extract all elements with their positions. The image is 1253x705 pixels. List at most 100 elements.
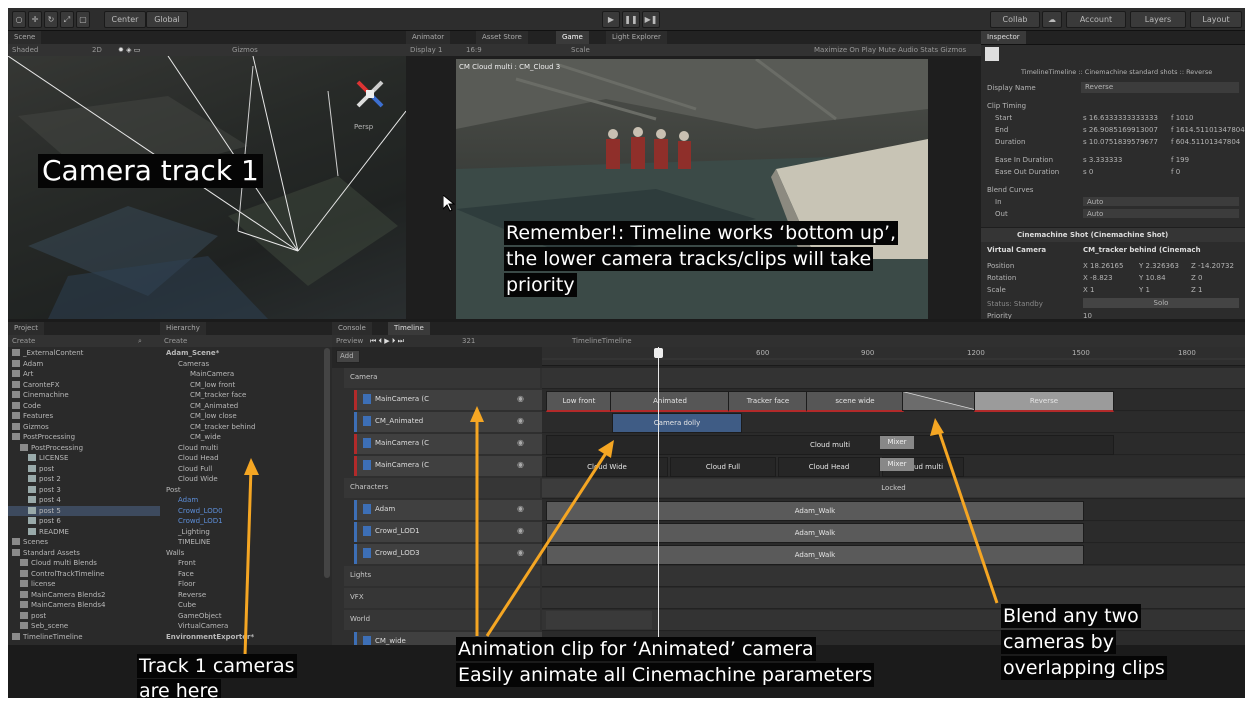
- project-item[interactable]: ControlTrackTimeline: [8, 569, 160, 579]
- start-frames-field[interactable]: f 1010: [1171, 113, 1194, 123]
- project-item[interactable]: _ExternalContent: [8, 348, 160, 358]
- track-group-header[interactable]: Lights: [344, 566, 540, 586]
- duration-frames-field[interactable]: f 604.51101347804: [1171, 137, 1240, 147]
- project-item[interactable]: PostProcessing: [8, 432, 160, 442]
- hierarchy-item[interactable]: CM_low close: [160, 411, 324, 421]
- hierarchy-item[interactable]: Front: [160, 558, 324, 568]
- layers-dropdown[interactable]: Layers: [1130, 11, 1186, 28]
- tab-timeline[interactable]: Timeline: [388, 322, 430, 335]
- persp-label[interactable]: Persp: [354, 122, 373, 132]
- hierarchy-item[interactable]: Adam: [160, 495, 324, 505]
- current-frame-field[interactable]: 321: [462, 335, 475, 347]
- project-search-icon[interactable]: ⌕: [138, 335, 142, 347]
- rotation-y[interactable]: Y 10.84: [1139, 273, 1166, 283]
- add-track-button[interactable]: Add: [336, 350, 360, 363]
- project-item[interactable]: TimelineTimeline: [8, 632, 160, 642]
- hierarchy-item[interactable]: Crowd_LOD0: [160, 506, 324, 516]
- hierarchy-item[interactable]: CM_Animated: [160, 401, 324, 411]
- timeline-clip[interactable]: Adam_Walk: [546, 545, 1084, 565]
- track-group-header[interactable]: Characters: [344, 478, 540, 498]
- layout-dropdown[interactable]: Layout: [1190, 11, 1242, 28]
- timeline-clip[interactable]: Cloud Wide: [546, 457, 668, 477]
- project-item[interactable]: Adam: [8, 359, 160, 369]
- ease-out-seconds-field[interactable]: s 0: [1083, 167, 1093, 177]
- blend-clip[interactable]: [902, 391, 976, 411]
- hierarchy-item[interactable]: Adam_Scene*: [160, 348, 324, 358]
- track-group-header[interactable]: World: [344, 610, 540, 630]
- space-toggle[interactable]: Global: [146, 11, 188, 28]
- project-item[interactable]: post 3: [8, 485, 160, 495]
- hierarchy-item[interactable]: Cube: [160, 600, 324, 610]
- vfx-clip[interactable]: [546, 611, 652, 629]
- cloud-icon[interactable]: ☁: [1042, 11, 1062, 28]
- rect-tool-icon[interactable]: ▢: [76, 11, 90, 28]
- gizmos-dropdown[interactable]: Gizmos: [232, 44, 258, 56]
- project-item[interactable]: post 5: [8, 505, 160, 516]
- playhead[interactable]: [658, 347, 659, 645]
- position-y[interactable]: Y 2.326363: [1139, 261, 1179, 271]
- hierarchy-item[interactable]: Cloud Wide: [160, 474, 324, 484]
- hierarchy-item[interactable]: GameObject: [160, 611, 324, 621]
- project-item[interactable]: PostProcessing: [8, 443, 160, 453]
- collab-dropdown[interactable]: Collab: [990, 11, 1040, 28]
- play-button[interactable]: ▶: [602, 11, 620, 28]
- hierarchy-item[interactable]: TIMELINE: [160, 537, 324, 547]
- axis-gizmo-icon[interactable]: [350, 74, 390, 114]
- tab-console[interactable]: Console: [332, 322, 372, 335]
- step-button[interactable]: ▶❚: [642, 11, 660, 28]
- priority-field[interactable]: 10: [1083, 311, 1092, 319]
- end-frames-field[interactable]: f 1614.51101347804: [1171, 125, 1245, 135]
- project-item[interactable]: license: [8, 579, 160, 589]
- hierarchy-item[interactable]: CM_tracker face: [160, 390, 324, 400]
- track-mute-icon[interactable]: ◉: [517, 504, 524, 513]
- timeline-clip[interactable]: Cloud Head: [778, 457, 880, 477]
- mixer-button[interactable]: Mixer: [880, 436, 914, 449]
- rotation-x[interactable]: X -8.823: [1083, 273, 1113, 283]
- hierarchy-item[interactable]: Cameras: [160, 359, 324, 369]
- track-header[interactable]: MainCamera (C ◉: [354, 456, 543, 476]
- shading-dropdown[interactable]: Shaded: [12, 44, 38, 56]
- track-lane[interactable]: [542, 566, 1245, 587]
- display-dropdown[interactable]: Display 1: [410, 44, 442, 56]
- timeline-clip[interactable]: Camera dolly: [612, 413, 742, 433]
- position-z[interactable]: Z -14.20732: [1191, 261, 1234, 271]
- project-item[interactable]: post: [8, 611, 160, 621]
- account-dropdown[interactable]: Account: [1066, 11, 1126, 28]
- vcam-field[interactable]: CM_tracker behind (Cinemach: [1083, 245, 1201, 255]
- blend-in-curve[interactable]: Auto: [1083, 197, 1239, 206]
- pivot-toggle[interactable]: Center: [104, 11, 146, 28]
- ease-in-seconds-field[interactable]: s 3.333333: [1083, 155, 1122, 165]
- scale-x[interactable]: X 1: [1083, 285, 1094, 295]
- hierarchy-item[interactable]: Cloud Full: [160, 464, 324, 474]
- lighting-icon[interactable]: ✹ ◈ ▭: [118, 44, 140, 56]
- hierarchy-item[interactable]: EnvironmentExporter*: [160, 632, 324, 642]
- scale-tool-icon[interactable]: ⤢: [60, 11, 74, 28]
- project-create-dropdown[interactable]: Create: [12, 335, 35, 347]
- project-item[interactable]: Art: [8, 369, 160, 379]
- ease-in-frames-field[interactable]: f 199: [1171, 155, 1189, 165]
- hierarchy-create-dropdown[interactable]: Create: [164, 335, 187, 347]
- track-header[interactable]: MainCamera (C ◉: [354, 434, 543, 454]
- hierarchy-item[interactable]: Crowd_LOD1: [160, 516, 324, 526]
- hierarchy-item[interactable]: VirtualCamera: [160, 621, 324, 631]
- track-header[interactable]: MainCamera (C ◉: [354, 390, 543, 410]
- track-mute-icon[interactable]: ◉: [517, 416, 524, 425]
- preview-toggle[interactable]: Preview: [336, 335, 363, 347]
- project-item[interactable]: Code: [8, 401, 160, 411]
- timeline-clip[interactable]: Adam_Walk: [546, 523, 1084, 543]
- pause-button[interactable]: ❚❚: [622, 11, 640, 28]
- timeline-clip[interactable]: Low front: [546, 391, 612, 412]
- track-header[interactable]: CM_Animated ◉: [354, 412, 543, 432]
- timeline-clip[interactable]: Reverse: [974, 391, 1114, 412]
- tab-inspector[interactable]: Inspector: [981, 31, 1026, 44]
- project-item[interactable]: Gizmos: [8, 422, 160, 432]
- hierarchy-item[interactable]: Floor: [160, 579, 324, 589]
- hierarchy-item[interactable]: CM_tracker behind: [160, 422, 324, 432]
- 2d-toggle[interactable]: 2D: [92, 44, 102, 56]
- hierarchy-item[interactable]: MainCamera: [160, 369, 324, 379]
- tab-project[interactable]: Project: [8, 322, 44, 335]
- hierarchy-item[interactable]: Face: [160, 569, 324, 579]
- timeline-clip[interactable]: Cloud Full: [670, 457, 776, 477]
- hierarchy-item[interactable]: Cloud multi: [160, 443, 324, 453]
- project-item[interactable]: Features: [8, 411, 160, 421]
